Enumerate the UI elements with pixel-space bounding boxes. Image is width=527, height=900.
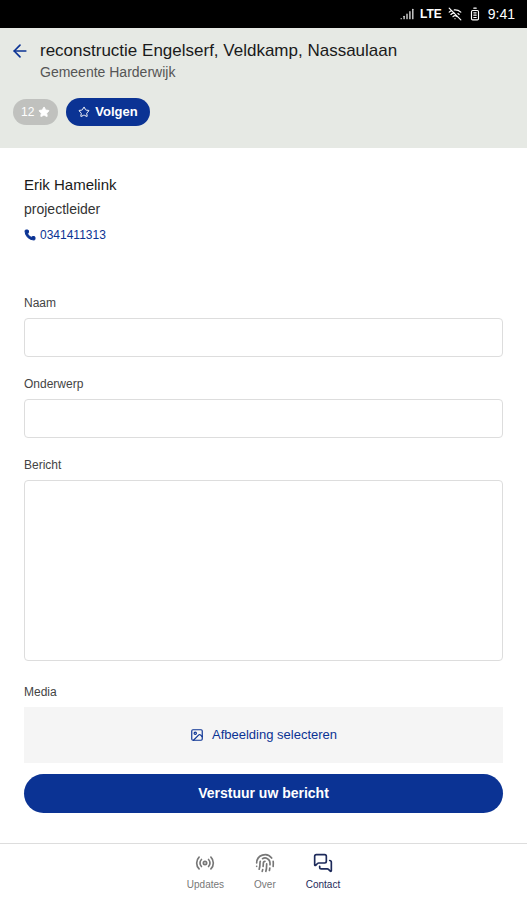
image-icon [190,728,204,742]
text-input[interactable] [24,399,503,438]
nav-icon [255,853,275,873]
follow-button[interactable]: Volgen [66,98,149,126]
status-bar: LTE 9:41 [0,0,527,28]
follower-badge: 12 [13,99,58,125]
nav-icon [195,853,215,873]
form-field: Bericht [24,456,503,661]
form-field: Naam [24,294,503,357]
contact-phone[interactable]: 0341411313 [24,226,503,244]
submit-button[interactable]: Verstuur uw bericht [24,774,503,813]
nav-item[interactable]: Over [250,844,280,900]
back-button[interactable] [10,41,30,61]
nav-item[interactable]: Contact [302,844,344,900]
text-input[interactable] [24,318,503,357]
field-label: Bericht [24,456,503,474]
battery-icon [468,7,482,21]
follower-count: 12 [21,103,34,121]
media-field: Media Afbeelding selecteren [24,683,503,763]
message-textarea[interactable] [24,480,503,661]
contact-page: Erik Hamelinkprojectleider 0341411313 Naam… [0,148,527,843]
field-label: Naam [24,294,503,312]
app-screen: LTE 9:41 reconstructie Engelserf, Veldkamp… [0,0,527,900]
bottom-nav: Updates Over Contact [0,843,527,900]
network-label: LTE [420,5,442,23]
field-label: Onderwerp [24,375,503,393]
back-arrow-icon [10,41,30,61]
contact-role: projectleider [24,198,503,220]
select-image-button[interactable]: Afbeelding selecteren [24,707,503,763]
star-icon [78,106,90,118]
nav-item[interactable]: Updates [183,844,228,900]
star-icon [38,106,50,118]
contact-card: Erik Hamelinkprojectleider 0341411313 [24,174,503,244]
form-field: Onderwerp [24,375,503,438]
wifi-icon [448,7,462,21]
contact-name: Erik Hamelink [24,174,503,196]
project-subtitle: Gemeente Harderwijk [40,62,397,82]
header: LTE 9:41 reconstructie Engelserf, Veldkamp… [0,0,527,148]
nav-icon [313,853,333,873]
clock: 9:41 [488,4,515,25]
phone-icon [24,229,36,241]
field-label: Media [24,683,503,701]
signal-icon [400,7,414,21]
contact-form: Naam Onderwerp Bericht Media Afbeelding sele… [24,294,503,813]
project-title: reconstructie Engelserf, Veldkamp, Nassa… [40,40,397,62]
